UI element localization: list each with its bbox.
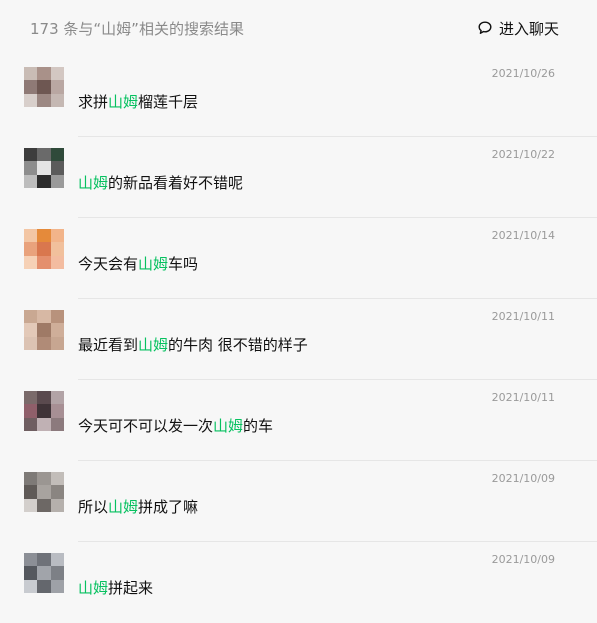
keyword-highlight: 山姆 [108, 498, 139, 516]
message-item[interactable]: 2021/10/26 求拼山姆榴莲千层 [24, 56, 597, 137]
message-date: 2021/10/11 [491, 310, 555, 323]
avatar [24, 67, 64, 107]
message-text-after: 的牛肉 很不错的样子 [168, 336, 308, 354]
message-date: 2021/10/26 [491, 67, 555, 80]
keyword-highlight: 山姆 [78, 579, 109, 597]
message-item[interactable]: 2021/10/09 所以山姆拼成了嘛 [24, 461, 597, 542]
keyword-highlight: 山姆 [108, 93, 139, 111]
message-date: 2021/10/11 [491, 391, 555, 404]
message-text-before: 所以 [78, 498, 109, 516]
message-text: 最近看到山姆的牛肉 很不错的样子 [78, 334, 308, 355]
message-date: 2021/10/14 [491, 229, 555, 242]
search-header: 173 条与“山姆”相关的搜索结果 进入聊天 [0, 0, 597, 56]
message-text: 山姆的新品看着好不错呢 [78, 172, 243, 193]
message-text-before: 今天可不可以发一次 [78, 417, 214, 435]
message-text: 所以山姆拼成了嘛 [78, 496, 198, 517]
message-item[interactable]: 2021/10/22 山姆的新品看着好不错呢 [24, 137, 597, 218]
result-count: 173 条与“山姆”相关的搜索结果 [30, 19, 244, 38]
message-text-before: 最近看到 [78, 336, 139, 354]
message-text-before: 今天会有 [78, 255, 139, 273]
message-text-before: 求拼 [78, 93, 109, 111]
avatar [24, 148, 64, 188]
message-text-after: 拼起来 [108, 579, 154, 597]
avatar [24, 472, 64, 512]
message-date: 2021/10/09 [491, 553, 555, 566]
message-text: 今天会有山姆车吗 [78, 253, 198, 274]
chat-bubble-icon [477, 20, 493, 36]
avatar [24, 553, 64, 593]
message-item[interactable]: 2021/10/11 今天可不可以发一次山姆的车 [24, 380, 597, 461]
message-text-after: 榴莲千层 [138, 93, 199, 111]
message-text-after: 拼成了嘛 [138, 498, 199, 516]
search-result-list: 2021/10/26 求拼山姆榴莲千层 2021/10/22 山姆的新品看着好不错呢 2… [0, 56, 597, 623]
message-item[interactable]: 2021/10/11 最近看到山姆的牛肉 很不错的样子 [24, 299, 597, 380]
message-date: 2021/10/09 [491, 472, 555, 485]
enter-chat-label: 进入聊天 [498, 19, 559, 38]
message-text-after: 的新品看着好不错呢 [108, 174, 244, 192]
avatar [24, 229, 64, 269]
message-item[interactable]: 2021/10/09 山姆拼起来 [24, 542, 597, 623]
enter-chat-button[interactable]: 进入聊天 [477, 18, 559, 39]
message-text: 求拼山姆榴莲千层 [78, 91, 198, 112]
message-text-after: 车吗 [168, 255, 199, 273]
message-text: 山姆拼起来 [78, 577, 153, 598]
avatar [24, 310, 64, 350]
message-date: 2021/10/22 [491, 148, 555, 161]
avatar [24, 391, 64, 431]
message-text: 今天可不可以发一次山姆的车 [78, 415, 273, 436]
keyword-highlight: 山姆 [138, 255, 169, 273]
keyword-highlight: 山姆 [138, 336, 169, 354]
message-item[interactable]: 2021/10/14 今天会有山姆车吗 [24, 218, 597, 299]
message-text-after: 的车 [243, 417, 274, 435]
keyword-highlight: 山姆 [78, 174, 109, 192]
keyword-highlight: 山姆 [213, 417, 244, 435]
